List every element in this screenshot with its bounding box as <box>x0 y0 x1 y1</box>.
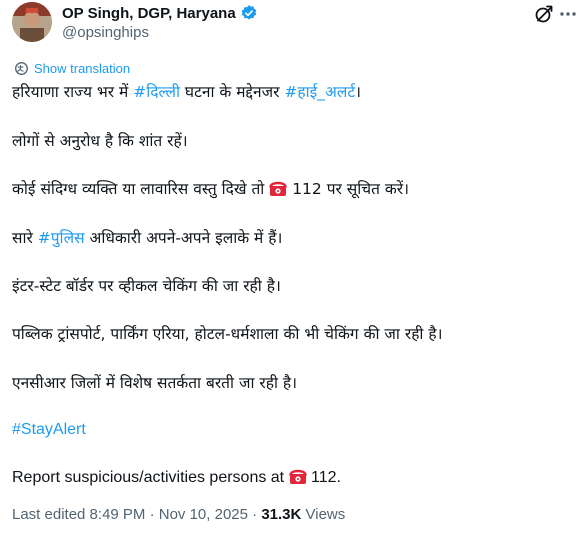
paragraph-text: घटना के मद्देनजर <box>179 83 285 101</box>
views-label: Views <box>301 506 346 523</box>
views-count: 31.3K <box>261 506 302 523</box>
hashtag-police[interactable]: #पुलिस <box>38 229 85 247</box>
verified-badge-icon <box>240 4 258 22</box>
grok-icon[interactable] <box>534 4 554 24</box>
tweet-paragraph-7: एनसीआर जिलों में विशेष सतर्कता बरती जा र… <box>12 374 298 392</box>
author-handle[interactable]: @opsinghips <box>62 24 149 41</box>
paragraph-text: 112. <box>306 469 341 486</box>
tweet-paragraph-1: हरियाणा राज्य भर में #दिल्ली घटना के मद्… <box>12 82 361 102</box>
tweet-paragraph-2: लोगों से अनुरोध है कि शांत रहें। <box>12 132 188 150</box>
telephone-emoji-icon <box>288 469 307 491</box>
tweet-paragraph-4: सारे #पुलिस अधिकारी अपने-अपने इलाके में … <box>12 228 282 248</box>
more-options-icon[interactable] <box>558 4 578 24</box>
edited-timestamp[interactable]: Last edited 8:49 PM · Nov 10, 2025 · <box>12 506 261 523</box>
paragraph-text: अधिकारी अपने-अपने इलाके में हैं। <box>84 229 283 247</box>
show-translation-link[interactable]: Show translation <box>14 61 130 76</box>
tweet-meta: Last edited 8:49 PM · Nov 10, 2025 · 31.… <box>12 506 345 523</box>
tweet-paragraph-6: पब्लिक ट्रांसपोर्ट, पार्किंग एरिया, होटल… <box>12 325 443 343</box>
paragraph-text: हरियाणा राज्य भर में <box>12 83 134 101</box>
telephone-emoji-icon <box>269 181 288 202</box>
translate-icon <box>15 62 28 75</box>
hashtag-high-alert[interactable]: #हाई_अलर्ट <box>284 83 355 101</box>
tweet-paragraph-5: इंटर-स्टेट बॉर्डर पर व्हीकल चेकिंग की जा… <box>12 277 281 295</box>
show-translation-label[interactable]: Show translation <box>34 61 130 76</box>
paragraph-text: । <box>355 83 362 101</box>
paragraph-text: कोई संदिग्ध व्यक्ति या लावारिस वस्तु दिख… <box>12 180 270 198</box>
tweet: OP Singh, DGP, Haryana @opsinghips Show … <box>0 0 586 535</box>
author-name-row[interactable]: OP Singh, DGP, Haryana <box>62 4 258 22</box>
hashtag-stayalert[interactable]: #StayAlert <box>12 420 86 440</box>
tweet-paragraph-9: Report suspicious/activities persons at … <box>12 468 341 491</box>
avatar[interactable] <box>12 2 52 42</box>
hashtag-delhi[interactable]: #दिल्ली <box>133 83 180 101</box>
author-name[interactable]: OP Singh, DGP, Haryana <box>62 5 236 22</box>
paragraph-text: Report suspicious/activities persons at <box>12 469 289 486</box>
paragraph-text: 112 पर सूचित करें। <box>287 180 409 198</box>
paragraph-text: सारे <box>12 229 38 247</box>
tweet-paragraph-3: कोई संदिग्ध व्यक्ति या लावारिस वस्तु दिख… <box>12 179 409 202</box>
